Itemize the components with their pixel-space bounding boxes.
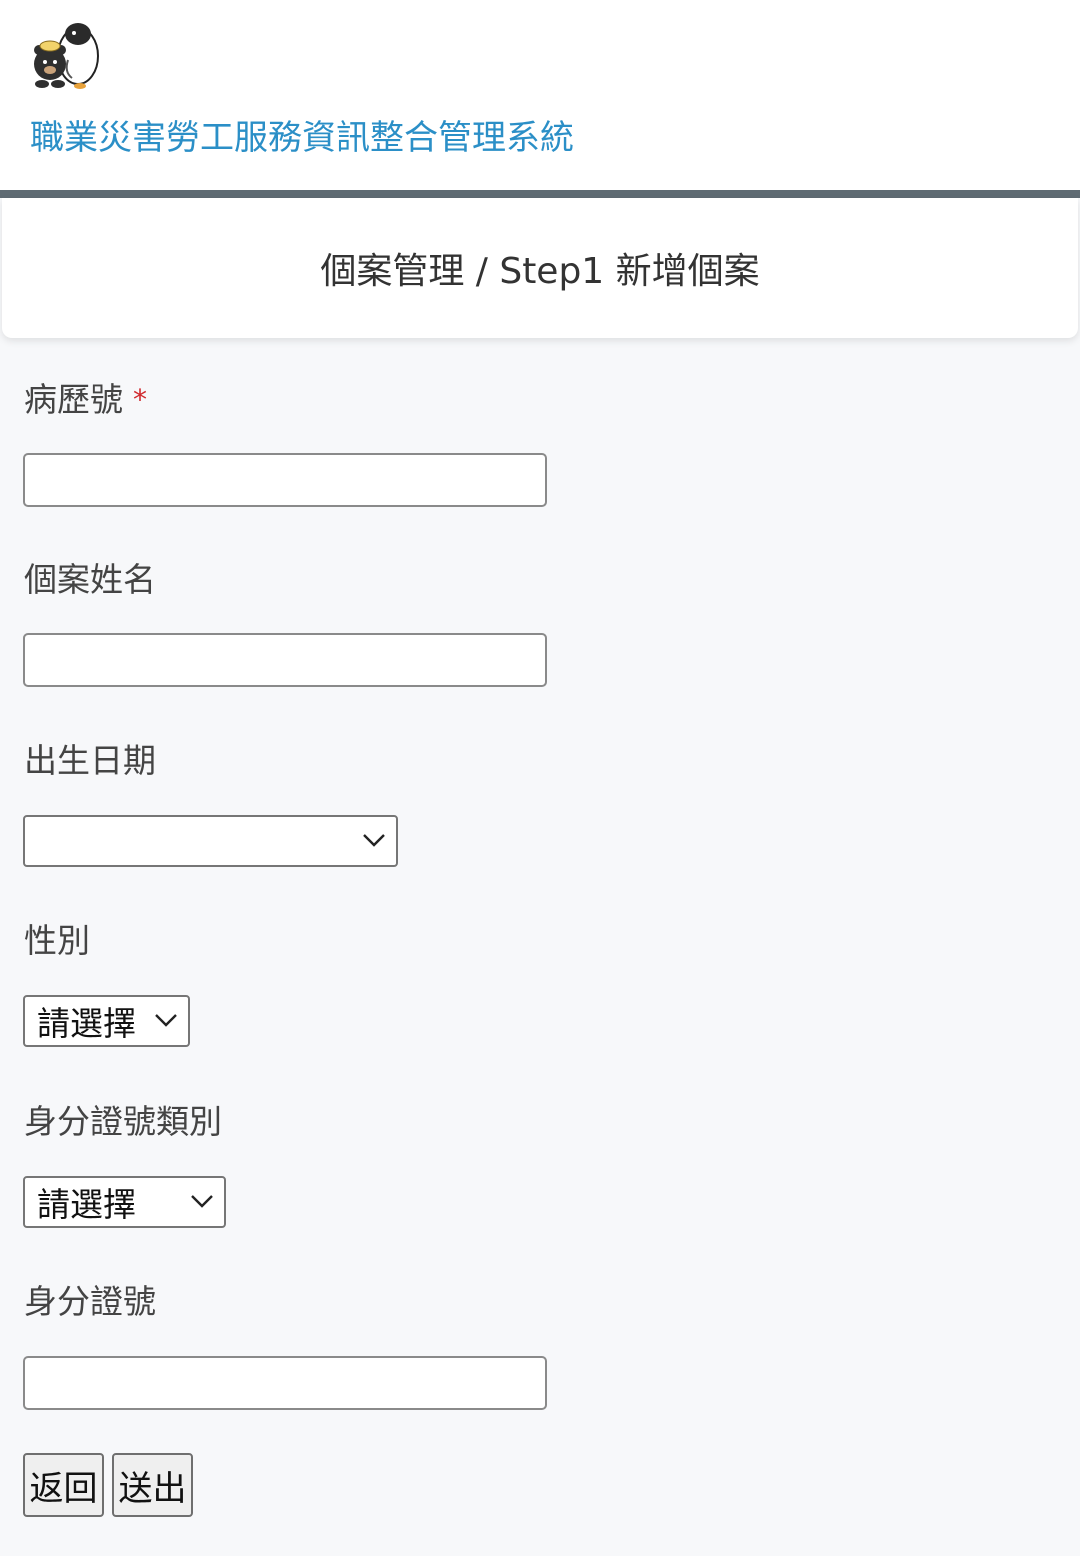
id-type-label: 身分證號類別 [24, 1102, 222, 1141]
case-name-input[interactable] [23, 633, 547, 687]
header-divider [0, 190, 1080, 198]
gender-select[interactable]: 請選擇 [23, 995, 190, 1047]
chevron-down-icon [155, 1014, 177, 1027]
id-type-selected-value: 請選擇 [37, 1185, 136, 1224]
id-type-select[interactable]: 請選擇 [23, 1176, 226, 1228]
required-mark: * [133, 383, 147, 416]
site-header: 職業災害勞工服務資訊整合管理系統 [0, 0, 1080, 190]
medical-record-input[interactable] [23, 453, 547, 507]
medical-record-label-text: 病歷號 [24, 380, 123, 419]
page-title: 個案管理 / Step1 新增個案 [320, 251, 760, 292]
birth-date-label: 出生日期 [24, 741, 156, 780]
id-number-input[interactable] [23, 1356, 547, 1410]
chevron-down-icon [191, 1195, 213, 1208]
case-name-label: 個案姓名 [24, 560, 156, 599]
birth-date-picker[interactable] [23, 815, 398, 867]
submit-button[interactable]: 送出 [112, 1453, 193, 1517]
page-header-card: 個案管理 / Step1 新增個案 [2, 198, 1078, 338]
medical-record-label: 病歷號 * [24, 378, 147, 422]
back-button[interactable]: 返回 [23, 1453, 104, 1517]
gender-selected-value: 請選擇 [37, 1004, 136, 1043]
chevron-down-icon [363, 834, 385, 847]
id-number-label: 身分證號 [24, 1282, 156, 1321]
mascot-logo-icon[interactable] [28, 20, 102, 92]
gender-label: 性別 [24, 921, 90, 960]
site-title[interactable]: 職業災害勞工服務資訊整合管理系統 [30, 116, 574, 160]
